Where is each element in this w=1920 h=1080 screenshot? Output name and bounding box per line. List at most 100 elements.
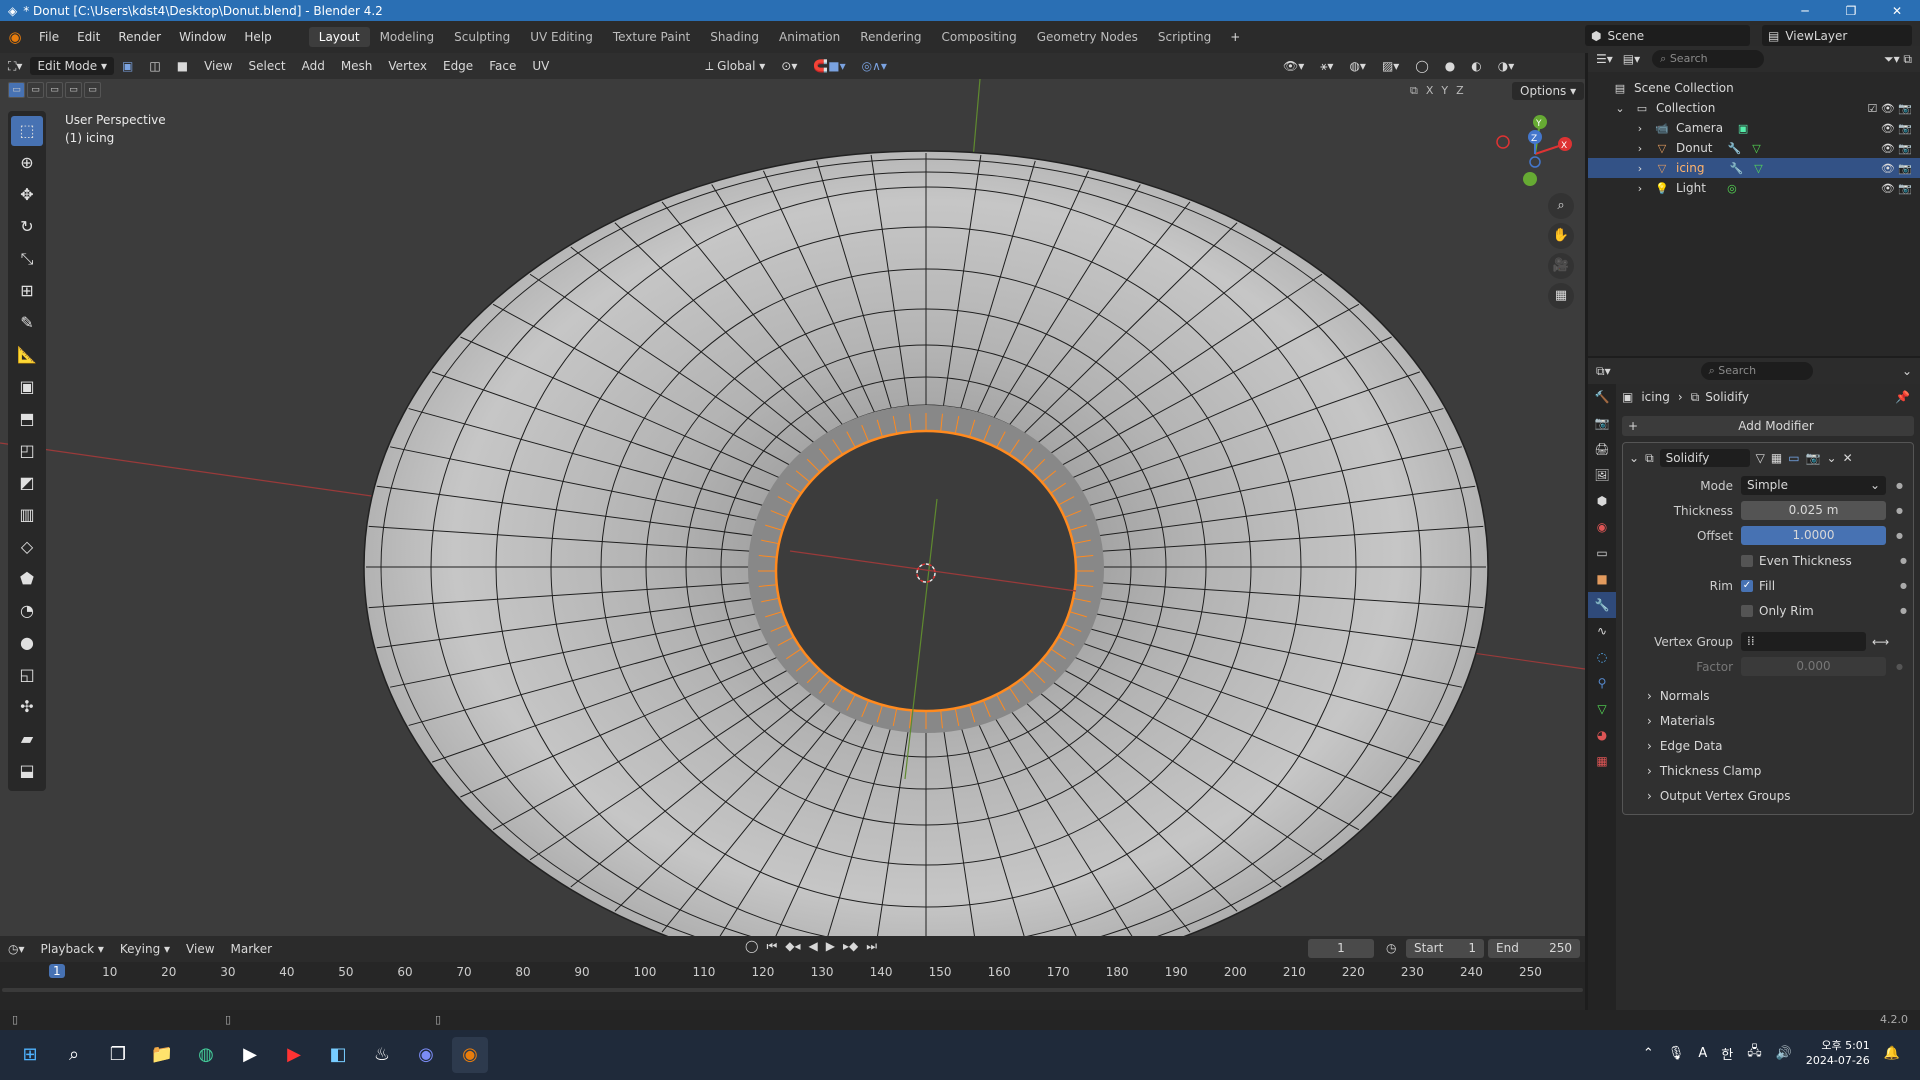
- outliner-item-camera[interactable]: › 📹 Camera ▣ 👁 📷: [1588, 118, 1920, 138]
- item-visibility[interactable]: 👁 📷: [1881, 142, 1912, 155]
- texture-tab-icon[interactable]: ▦: [1588, 748, 1616, 774]
- add-cube-tool-icon[interactable]: ▣: [11, 372, 43, 402]
- menu-edit[interactable]: Edit: [68, 30, 109, 44]
- select-intersect-icon[interactable]: ▭: [84, 82, 101, 98]
- outliner-scene-collection[interactable]: ▤ Scene Collection: [1588, 78, 1920, 98]
- menu-marker[interactable]: Marker: [223, 942, 280, 956]
- object-tab-icon[interactable]: ■: [1588, 566, 1616, 592]
- fill-checkbox[interactable]: ✓ Fill: [1741, 579, 1775, 593]
- keyframe-dot-icon[interactable]: ●: [1900, 581, 1907, 590]
- rotate-tool-icon[interactable]: ↻: [11, 212, 43, 242]
- select-invert-icon[interactable]: ▭: [65, 82, 82, 98]
- collection-visibility[interactable]: ☑ 👁 📷: [1867, 102, 1912, 115]
- youtube-music-icon[interactable]: ▶: [276, 1037, 312, 1073]
- menu-view[interactable]: View: [178, 942, 222, 956]
- expand-arrow-icon[interactable]: ⌄: [1612, 102, 1628, 115]
- shading-wire-icon[interactable]: ◯: [1407, 59, 1436, 73]
- snap-icon[interactable]: 🧲■▾: [805, 59, 853, 73]
- tab-texture-paint[interactable]: Texture Paint: [603, 27, 700, 47]
- transform-tool-icon[interactable]: ⊞: [11, 276, 43, 306]
- expand-arrow-icon[interactable]: ›: [1632, 182, 1648, 195]
- move-tool-icon[interactable]: ✥: [11, 180, 43, 210]
- data-tab-icon[interactable]: ▽: [1588, 696, 1616, 722]
- blender-menu-icon[interactable]: ◉: [0, 28, 30, 46]
- options-dropdown[interactable]: Options ▾: [1512, 82, 1585, 100]
- pin-icon[interactable]: 📌: [1895, 390, 1910, 404]
- record-icon[interactable]: ◯: [745, 939, 758, 954]
- clock-icon[interactable]: ◷: [1386, 941, 1396, 955]
- tab-scripting[interactable]: Scripting: [1148, 27, 1221, 47]
- pivot-icon[interactable]: ⊙▾: [773, 59, 805, 73]
- tab-rendering[interactable]: Rendering: [850, 27, 931, 47]
- rip-tool-icon[interactable]: ⬓: [11, 756, 43, 786]
- properties-search-input[interactable]: ⌕ Search: [1700, 362, 1813, 380]
- vertex-group-field[interactable]: ⁞⁞: [1741, 632, 1866, 651]
- media-player-icon[interactable]: ▶: [232, 1037, 268, 1073]
- tab-shading[interactable]: Shading: [700, 27, 769, 47]
- selected-edge-loop[interactable]: [774, 429, 1078, 713]
- select-new-icon[interactable]: ▭: [8, 82, 25, 98]
- chevron-up-icon[interactable]: ⌃: [1643, 1046, 1654, 1061]
- subpanel-normals[interactable]: › Normals: [1623, 683, 1913, 708]
- physics-tab-icon[interactable]: ◌: [1588, 644, 1616, 670]
- subpanel-thickness-clamp[interactable]: › Thickness Clamp: [1623, 758, 1913, 783]
- axis-z-toggle[interactable]: Z: [1456, 84, 1464, 98]
- menu-vertex[interactable]: Vertex: [380, 59, 435, 73]
- shading-rendered-icon[interactable]: ◑▾: [1490, 59, 1523, 73]
- navigation-gizmo[interactable]: X Y Z: [1495, 114, 1575, 194]
- modifier-name-field[interactable]: Solidify: [1659, 449, 1750, 467]
- keyframe-dot-icon[interactable]: ●: [1896, 481, 1903, 490]
- add-workspace-button[interactable]: +: [1221, 30, 1249, 44]
- display-mode-icon[interactable]: ▤▾: [1623, 52, 1640, 66]
- start-frame-field[interactable]: Start 1: [1406, 939, 1484, 958]
- shading-material-icon[interactable]: ◐: [1463, 59, 1489, 73]
- donut-mesh-canvas[interactable]: [0, 79, 1585, 936]
- constraints-tab-icon[interactable]: ⚲: [1588, 670, 1616, 696]
- mode-dropdown[interactable]: Edit Mode ▾: [30, 57, 115, 75]
- orientation-dropdown[interactable]: ⟂ Global ▾: [697, 59, 773, 74]
- even-thickness-checkbox[interactable]: Even Thickness: [1741, 554, 1852, 568]
- extrude-tool-icon[interactable]: ⬒: [11, 404, 43, 434]
- timeline-editor-icon[interactable]: ◷▾: [0, 942, 33, 956]
- menu-add[interactable]: Add: [294, 59, 333, 73]
- item-visibility[interactable]: 👁 📷: [1881, 122, 1912, 135]
- volume-icon[interactable]: 🔊: [1776, 1046, 1792, 1061]
- overlay-icon[interactable]: ◍▾: [1341, 59, 1374, 73]
- menu-file[interactable]: File: [30, 30, 68, 44]
- outliner-item-icing[interactable]: › ▽ icing 🔧 ▽ 👁 📷: [1588, 158, 1920, 178]
- menu-face[interactable]: Face: [481, 59, 524, 73]
- menu-select[interactable]: Select: [241, 59, 294, 73]
- xray-icon[interactable]: ▨▾: [1374, 59, 1407, 73]
- tab-geometry-nodes[interactable]: Geometry Nodes: [1027, 27, 1148, 47]
- select-mode-edge-icon[interactable]: ◫: [141, 59, 168, 73]
- output-tab-icon[interactable]: 🖨: [1588, 436, 1616, 462]
- select-subtract-icon[interactable]: ▭: [46, 82, 63, 98]
- chevron-down-icon[interactable]: ⌄: [1902, 364, 1912, 378]
- network-icon[interactable]: 🖧: [1747, 1042, 1762, 1064]
- minimize-button[interactable]: ─: [1782, 4, 1828, 18]
- render-tab-icon[interactable]: 📷: [1588, 410, 1616, 436]
- timeline-scrollbar[interactable]: [2, 988, 1583, 992]
- item-visibility[interactable]: 👁 📷: [1881, 162, 1912, 175]
- tab-sculpting[interactable]: Sculpting: [444, 27, 520, 47]
- world-tab-icon[interactable]: ◉: [1588, 514, 1616, 540]
- viewlayer-selector[interactable]: ▤ ViewLayer: [1762, 25, 1912, 46]
- measure-tool-icon[interactable]: 📐: [11, 340, 43, 370]
- factor-field[interactable]: 0.000: [1741, 657, 1886, 676]
- tab-animation[interactable]: Animation: [769, 27, 850, 47]
- close-window-button[interactable]: ✕: [1874, 4, 1920, 18]
- poly-build-tool-icon[interactable]: ⬟: [11, 564, 43, 594]
- outliner-editor-icon[interactable]: ☰▾: [1596, 52, 1613, 66]
- outliner-collection[interactable]: ⌄ ▭ Collection ☑ 👁 📷: [1588, 98, 1920, 118]
- select-mode-face-icon[interactable]: ■: [169, 59, 196, 73]
- keyframe-dot-icon[interactable]: ●: [1896, 506, 1903, 515]
- keyframe-dot-icon[interactable]: ●: [1900, 606, 1907, 615]
- remove-modifier-icon[interactable]: ✕: [1843, 451, 1853, 465]
- keyframe-dot-icon[interactable]: ●: [1900, 556, 1907, 565]
- menu-keying[interactable]: Keying ▾: [112, 942, 178, 956]
- material-tab-icon[interactable]: ◕: [1588, 722, 1616, 748]
- outliner-item-light[interactable]: › 💡 Light ◎ 👁 📷: [1588, 178, 1920, 198]
- tab-modeling[interactable]: Modeling: [370, 27, 445, 47]
- steam-icon[interactable]: ♨: [364, 1037, 400, 1073]
- menu-window[interactable]: Window: [170, 30, 235, 44]
